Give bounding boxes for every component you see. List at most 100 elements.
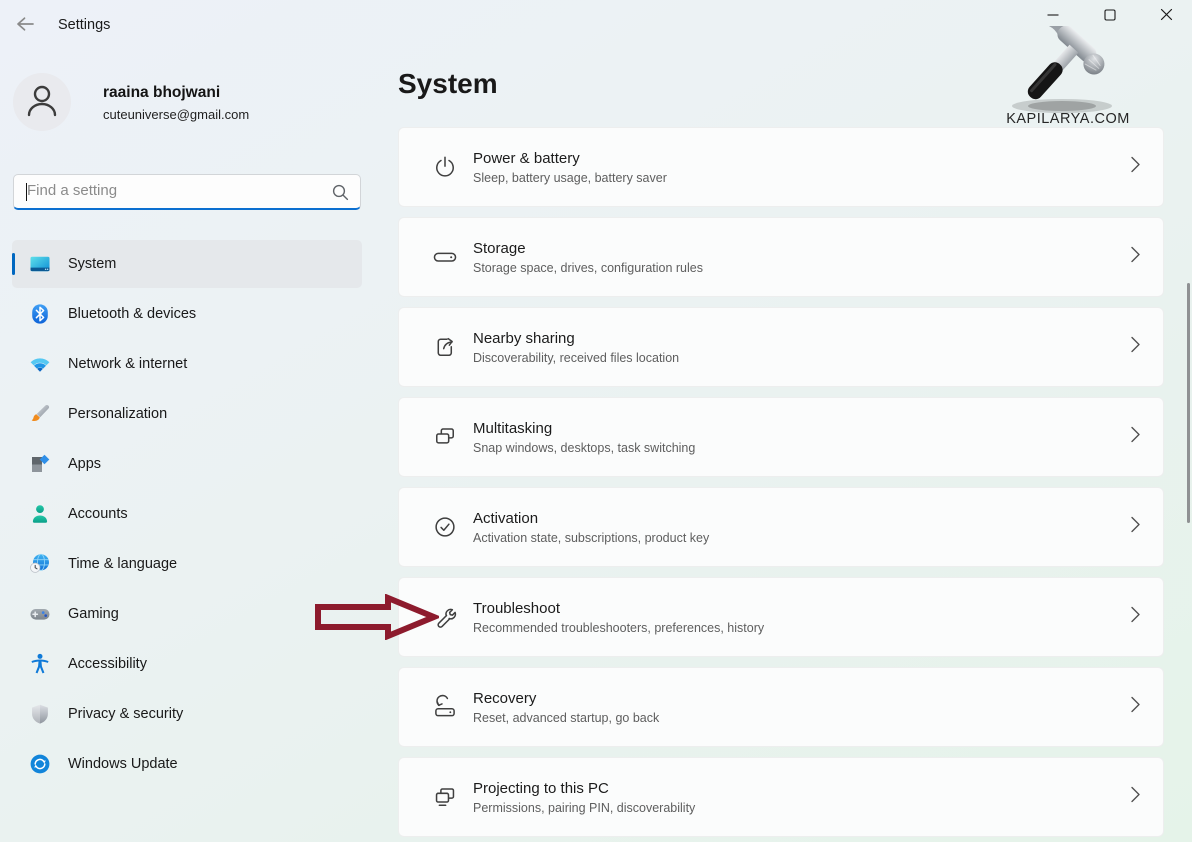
close-icon (1160, 8, 1173, 26)
person-icon (22, 80, 62, 125)
chevron-right-icon (1130, 606, 1141, 629)
hammer-icon (992, 26, 1144, 112)
row-subtitle: Permissions, pairing PIN, discoverabilit… (473, 801, 695, 815)
user-email: cuteuniverse@gmail.com (103, 107, 249, 122)
settings-row-power-battery[interactable]: Power & battery Sleep, battery usage, bat… (398, 127, 1164, 207)
sidebar-item-gaming[interactable]: Gaming (12, 590, 362, 638)
search-input[interactable] (14, 175, 360, 208)
row-title: Projecting to this PC (473, 780, 695, 797)
chevron-right-icon (1130, 426, 1141, 449)
time-language-icon (29, 553, 51, 575)
row-subtitle: Recommended troubleshooters, preferences… (473, 621, 764, 635)
sidebar-item-label: Time & language (68, 556, 177, 572)
windows-update-icon (29, 753, 51, 775)
maximize-icon (1104, 8, 1116, 26)
row-subtitle: Storage space, drives, configuration rul… (473, 261, 703, 275)
accessibility-icon (29, 653, 51, 675)
sidebar-item-label: Bluetooth & devices (68, 306, 196, 322)
row-title: Recovery (473, 690, 659, 707)
settings-row-storage[interactable]: Storage Storage space, drives, configurat… (398, 217, 1164, 297)
sidebar-item-label: Accessibility (68, 656, 147, 672)
row-title: Troubleshoot (473, 600, 764, 617)
app-title: Settings (58, 17, 110, 33)
sidebar-item-personalization[interactable]: Personalization (12, 390, 362, 438)
sidebar-item-label: Personalization (68, 406, 167, 422)
projecting-icon (432, 784, 458, 810)
apps-icon (29, 453, 51, 475)
search-icon (332, 184, 349, 206)
sidebar-item-apps[interactable]: Apps (12, 440, 362, 488)
settings-row-nearby-sharing[interactable]: Nearby sharing Discoverability, received … (398, 307, 1164, 387)
chevron-right-icon (1130, 696, 1141, 719)
chevron-right-icon (1130, 786, 1141, 809)
settings-list: Power & battery Sleep, battery usage, bat… (398, 127, 1164, 842)
bluetooth-icon (29, 303, 51, 325)
sidebar-item-time-language[interactable]: Time & language (12, 540, 362, 588)
sidebar-item-accounts[interactable]: Accounts (12, 490, 362, 538)
settings-row-recovery[interactable]: Recovery Reset, advanced startup, go back (398, 667, 1164, 747)
row-title: Storage (473, 240, 703, 257)
settings-row-troubleshoot[interactable]: Troubleshoot Recommended troubleshooters,… (398, 577, 1164, 657)
sidebar-item-label: Gaming (68, 606, 119, 622)
sidebar-item-windows-update[interactable]: Windows Update (12, 740, 362, 788)
row-subtitle: Sleep, battery usage, battery saver (473, 171, 667, 185)
row-text: Power & battery Sleep, battery usage, bat… (473, 150, 667, 185)
row-title: Power & battery (473, 150, 667, 167)
chevron-right-icon (1130, 336, 1141, 359)
sidebar-item-label: Windows Update (68, 756, 178, 772)
row-subtitle: Reset, advanced startup, go back (473, 711, 659, 725)
personalization-icon (29, 403, 51, 425)
search-box[interactable] (13, 174, 361, 210)
page-title: System (398, 68, 498, 100)
system-icon (29, 253, 51, 275)
storage-icon (432, 244, 458, 270)
row-text: Multitasking Snap windows, desktops, task… (473, 420, 695, 455)
row-title: Nearby sharing (473, 330, 679, 347)
row-text: Activation Activation state, subscription… (473, 510, 709, 545)
gaming-icon (29, 603, 51, 625)
settings-row-multitasking[interactable]: Multitasking Snap windows, desktops, task… (398, 397, 1164, 477)
power-icon (432, 154, 458, 180)
chevron-right-icon (1130, 246, 1141, 269)
row-text: Troubleshoot Recommended troubleshooters,… (473, 600, 764, 635)
user-avatar[interactable] (13, 73, 71, 131)
troubleshoot-icon (432, 604, 458, 630)
accounts-icon (29, 503, 51, 525)
sidebar-item-label: Privacy & security (68, 706, 183, 722)
network-icon (29, 353, 51, 375)
activation-icon (432, 514, 458, 540)
settings-row-projecting-to-this-pc[interactable]: Projecting to this PC Permissions, pairin… (398, 757, 1164, 837)
row-text: Recovery Reset, advanced startup, go back (473, 690, 659, 725)
row-subtitle: Discoverability, received files location (473, 351, 679, 365)
close-button[interactable] (1145, 3, 1187, 31)
chevron-right-icon (1130, 156, 1141, 179)
row-subtitle: Activation state, subscriptions, product… (473, 531, 709, 545)
sidebar-nav: System Bluetooth & devices Network & inter… (0, 240, 380, 790)
recovery-icon (432, 694, 458, 720)
sidebar-item-label: Accounts (68, 506, 128, 522)
chevron-right-icon (1130, 516, 1141, 539)
sidebar-item-network-internet[interactable]: Network & internet (12, 340, 362, 388)
settings-row-activation[interactable]: Activation Activation state, subscription… (398, 487, 1164, 567)
back-arrow-icon (15, 16, 35, 37)
multitasking-icon (432, 424, 458, 450)
sidebar-item-privacy-security[interactable]: Privacy & security (12, 690, 362, 738)
row-text: Projecting to this PC Permissions, pairin… (473, 780, 695, 815)
row-title: Multitasking (473, 420, 695, 437)
row-title: Activation (473, 510, 709, 527)
sidebar-item-system[interactable]: System (12, 240, 362, 288)
page-scrollbar[interactable] (1187, 283, 1190, 523)
user-name: raaina bhojwani (103, 84, 220, 102)
text-caret (26, 183, 27, 201)
row-subtitle: Snap windows, desktops, task switching (473, 441, 695, 455)
watermark-text: KAPILARYA.COM (994, 111, 1142, 127)
sidebar-item-label: Network & internet (68, 356, 187, 372)
privacy-icon (29, 703, 51, 725)
back-button[interactable] (10, 13, 40, 39)
row-text: Storage Storage space, drives, configurat… (473, 240, 703, 275)
row-text: Nearby sharing Discoverability, received … (473, 330, 679, 365)
sidebar-item-accessibility[interactable]: Accessibility (12, 640, 362, 688)
sidebar-item-bluetooth-devices[interactable]: Bluetooth & devices (12, 290, 362, 338)
sidebar-item-label: System (68, 256, 116, 272)
minimize-icon (1047, 8, 1059, 26)
